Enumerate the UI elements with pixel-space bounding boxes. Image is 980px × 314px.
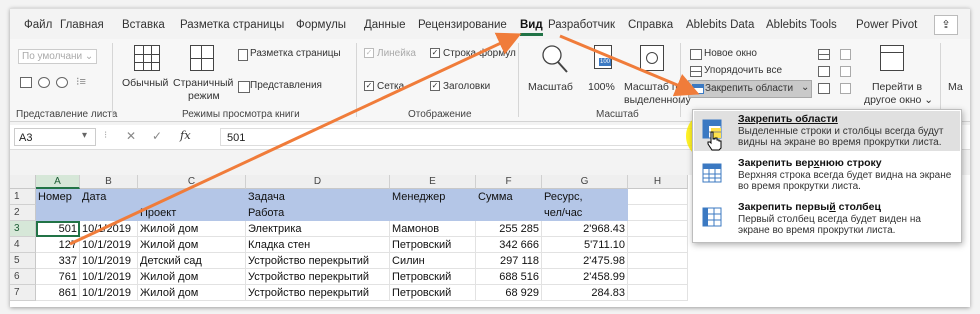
annotation-arrows bbox=[69, 32, 700, 246]
arrow-to-freeze-panes bbox=[559, 34, 700, 97]
excel-screenshot: Файл Главная Вставка Разметка страницы Ф… bbox=[0, 0, 980, 314]
arrow-to-view-tab bbox=[69, 32, 522, 246]
